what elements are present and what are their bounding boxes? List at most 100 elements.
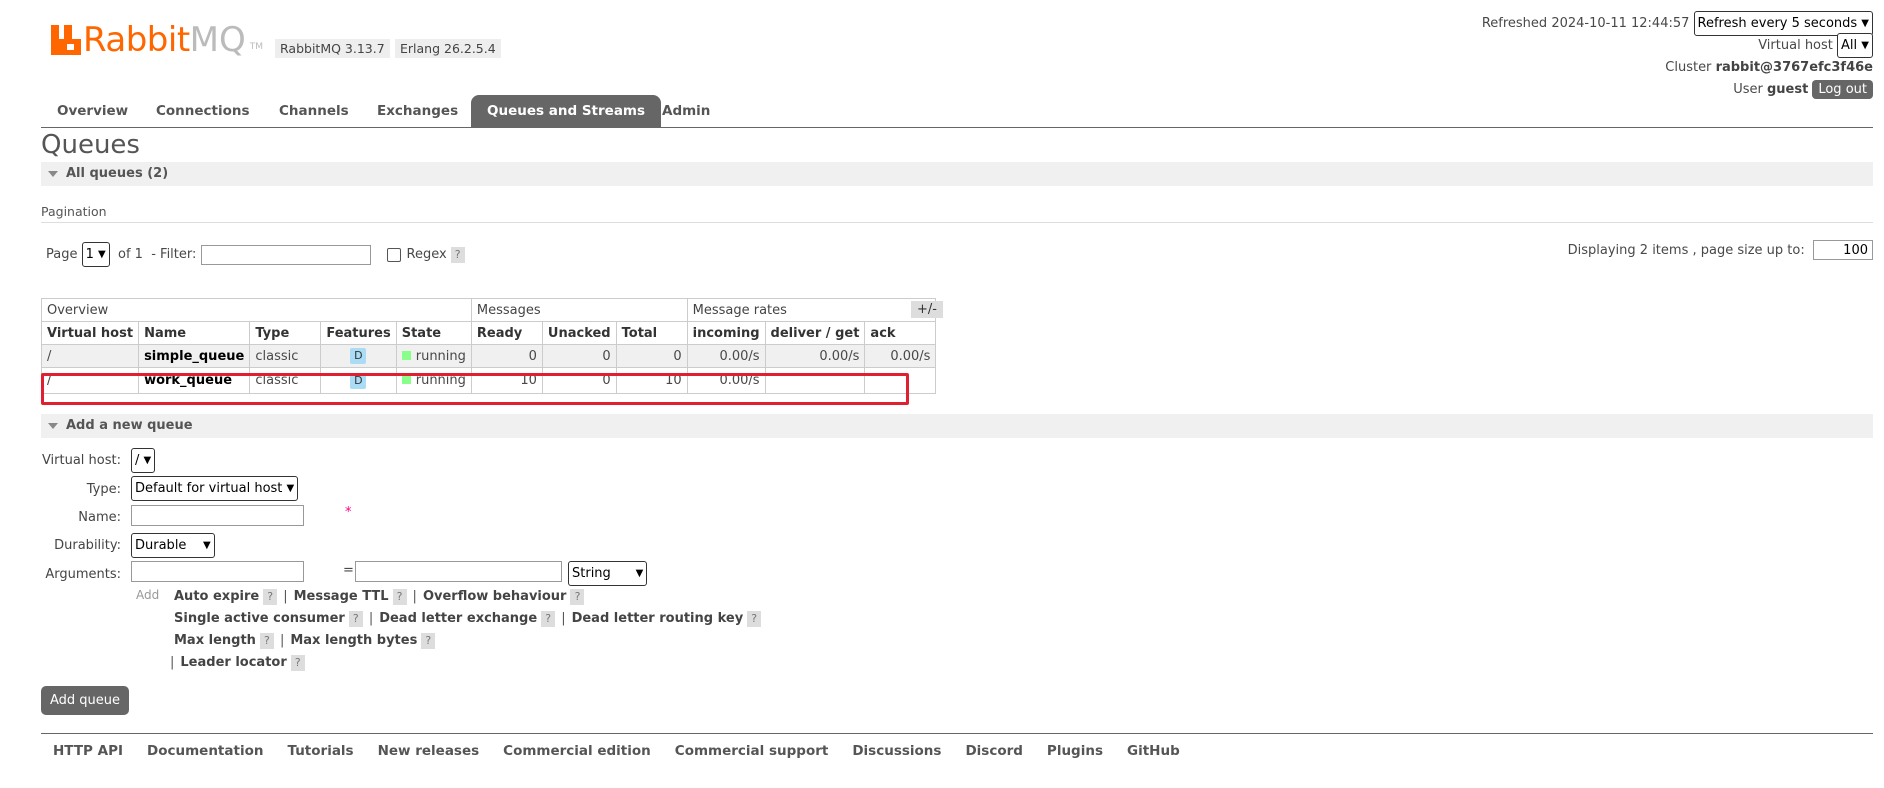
row-state: running	[415, 348, 466, 364]
rabbitmq-logo[interactable]: Rabbit MQ TM	[51, 20, 263, 60]
help-icon[interactable]: ?	[392, 589, 407, 605]
help-icon[interactable]: ?	[570, 589, 585, 605]
argument-shortcuts-row-3: Max length? | Max length bytes?	[174, 633, 436, 649]
argument-type-select[interactable]: String ▼	[568, 561, 648, 586]
footer-link-github[interactable]: GitHub	[1127, 743, 1180, 759]
queue-type-select[interactable]: Default for virtual host ▼	[131, 476, 299, 501]
refreshed-time: 2024-10-11 12:44:57	[1551, 15, 1690, 31]
footer-link-plugins[interactable]: Plugins	[1047, 743, 1103, 759]
row-ack	[864, 367, 937, 394]
collapse-triangle-icon	[48, 171, 58, 177]
argument-shortcuts-row-1: Auto expire? | Message TTL? | Overflow behav…	[174, 589, 585, 605]
queue-name-link[interactable]: simple_queue	[138, 344, 251, 368]
help-icon[interactable]: ?	[259, 633, 274, 649]
argument-value-input[interactable]	[355, 561, 562, 582]
durability-field-label: Durability:	[54, 538, 121, 553]
shortcut-dead-letter-exchange[interactable]: Dead letter exchange	[379, 611, 537, 626]
footer-link-commercial-edition[interactable]: Commercial edition	[503, 743, 651, 759]
row-ready: 0	[470, 344, 543, 368]
collapse-triangle-icon	[48, 423, 58, 429]
queue-name-link[interactable]: work_queue	[138, 367, 251, 394]
footer-link-new-releases[interactable]: New releases	[378, 743, 480, 759]
add-argument-link[interactable]: Add	[136, 588, 159, 602]
help-icon[interactable]: ?	[290, 655, 305, 671]
durable-feature-badge: D	[350, 372, 367, 389]
shortcut-auto-expire[interactable]: Auto expire	[174, 589, 259, 604]
col-ready[interactable]: Ready	[470, 321, 543, 345]
col-name[interactable]: Name	[138, 321, 251, 345]
shortcut-max-length-bytes[interactable]: Max length bytes	[290, 633, 417, 648]
footer-link-discord[interactable]: Discord	[965, 743, 1022, 759]
regex-checkbox[interactable]	[386, 247, 401, 262]
shortcut-dead-letter-routing-key[interactable]: Dead letter routing key	[572, 611, 744, 626]
row-incoming: 0.00/s	[686, 344, 766, 368]
argument-key-input[interactable]	[131, 561, 304, 582]
footer-link-http-api[interactable]: HTTP API	[53, 743, 123, 759]
group-message-rates: Message rates	[686, 298, 937, 322]
col-features[interactable]: Features	[320, 321, 397, 345]
vhost-label: Virtual host	[1758, 37, 1833, 53]
name-field-label: Name:	[78, 510, 121, 525]
chevron-down-icon: ▼	[202, 540, 211, 551]
refresh-interval-select[interactable]: Refresh every 5 seconds ▼	[1693, 10, 1873, 36]
help-icon[interactable]: ?	[348, 611, 363, 627]
footer-link-documentation[interactable]: Documentation	[147, 743, 263, 759]
col-deliver-get[interactable]: deliver / get	[764, 321, 866, 345]
brand-rabbit: Rabbit	[83, 20, 190, 60]
help-icon[interactable]: ?	[541, 611, 556, 627]
col-state[interactable]: State	[395, 321, 472, 345]
help-icon[interactable]: ?	[263, 589, 278, 605]
row-unacked: 0	[541, 367, 617, 394]
group-messages: Messages	[470, 298, 688, 322]
durability-select[interactable]: Durable ▼	[131, 533, 215, 558]
vhost-select[interactable]: All ▼	[1837, 32, 1873, 58]
row-vhost: /	[40, 367, 140, 394]
page-size-input[interactable]	[1813, 240, 1873, 260]
vhost-field-label: Virtual host:	[41, 453, 121, 468]
tab-channels[interactable]: Channels	[263, 95, 365, 127]
help-icon[interactable]: ?	[747, 611, 762, 627]
cluster-name: rabbit@3767efc3f46e	[1715, 59, 1873, 75]
tab-exchanges[interactable]: Exchanges	[361, 95, 474, 127]
footer-link-commercial-support[interactable]: Commercial support	[675, 743, 829, 759]
displaying-label: Displaying 2 items , page size up to:	[1567, 242, 1805, 258]
chevron-down-icon: ▼	[1861, 39, 1869, 51]
add-queue-section-label: Add a new queue	[66, 418, 193, 433]
help-icon[interactable]: ?	[421, 633, 436, 649]
new-queue-vhost-select[interactable]: / ▼	[131, 448, 156, 473]
chevron-down-icon: ▼	[635, 568, 644, 579]
tab-overview[interactable]: Overview	[41, 95, 144, 127]
shortcut-max-length[interactable]: Max length	[174, 633, 256, 648]
row-type: classic	[249, 367, 322, 394]
columns-toggle-button[interactable]: +/-	[911, 301, 943, 318]
row-type: classic	[249, 344, 322, 368]
col-ack[interactable]: ack	[864, 321, 937, 345]
shortcut-leader-locator[interactable]: Leader locator	[180, 655, 286, 670]
tab-connections[interactable]: Connections	[140, 95, 266, 127]
regex-help-icon[interactable]: ?	[450, 246, 465, 263]
brand-tm: TM	[249, 42, 264, 52]
col-virtual-host[interactable]: Virtual host	[40, 321, 140, 345]
all-queues-toggle[interactable]: All queues (2)	[41, 162, 1873, 186]
footer-link-tutorials[interactable]: Tutorials	[287, 743, 353, 759]
tab-admin[interactable]: Admin	[646, 95, 726, 127]
col-unacked[interactable]: Unacked	[541, 321, 617, 345]
shortcut-single-active-consumer[interactable]: Single active consumer	[174, 611, 345, 626]
col-type[interactable]: Type	[249, 321, 322, 345]
add-queue-toggle[interactable]: Add a new queue	[41, 414, 1873, 438]
shortcut-overflow-behaviour[interactable]: Overflow behaviour	[423, 589, 567, 604]
shortcut-message-ttl[interactable]: Message TTL	[294, 589, 389, 604]
row-deliver: 0.00/s	[764, 344, 866, 368]
add-queue-button[interactable]: Add queue	[41, 686, 130, 715]
footer-links: HTTP API Documentation Tutorials New rel…	[53, 743, 1204, 759]
col-incoming[interactable]: incoming	[686, 321, 766, 345]
page-select[interactable]: 1 ▼	[81, 242, 110, 267]
footer-link-discussions[interactable]: Discussions	[852, 743, 941, 759]
queue-name-input[interactable]	[131, 505, 304, 526]
col-total[interactable]: Total	[615, 321, 688, 345]
filter-input[interactable]	[200, 244, 371, 265]
tab-queues-and-streams[interactable]: Queues and Streams	[471, 95, 662, 127]
rabbit-logo-icon	[51, 25, 81, 55]
all-queues-label: All queues (2)	[66, 166, 169, 181]
page-label: Page	[46, 247, 78, 262]
